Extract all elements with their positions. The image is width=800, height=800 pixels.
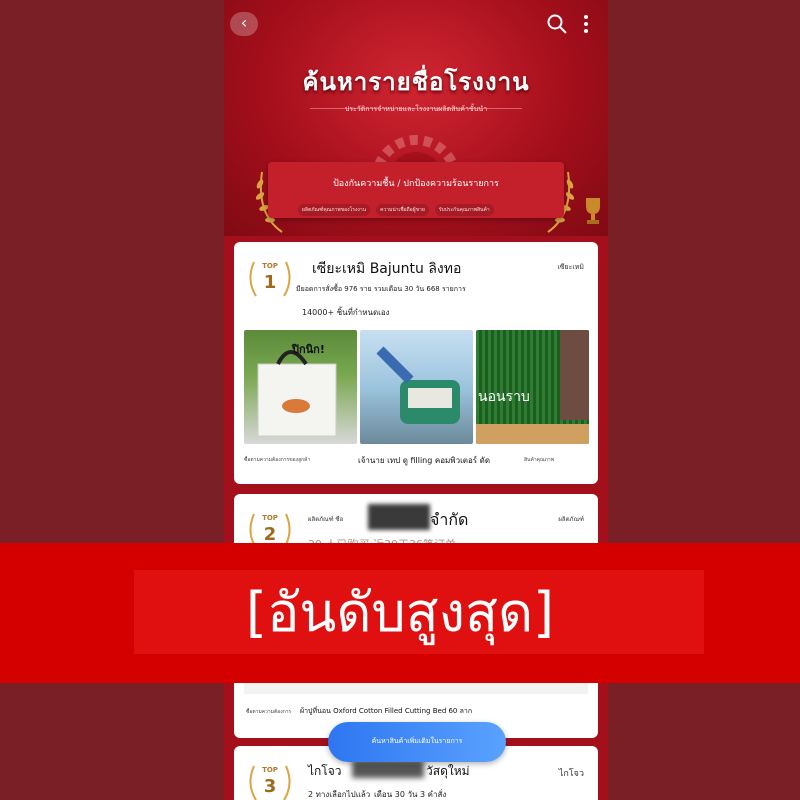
factory-name[interactable]: จำกัด — [430, 508, 468, 533]
product-image[interactable]: ปิกนิก! — [244, 330, 357, 444]
banner-pill: รับประกันคุณภาพสินค้า — [434, 204, 494, 216]
banner-pills: ผลิตภัณฑ์คุณภาพของโรงงาน ความน่าเชื่อถือ… — [298, 204, 574, 216]
trophy-icon — [586, 198, 600, 224]
rank-label: TOP — [262, 514, 278, 522]
image-overlay-text: ปิกนิก! — [292, 343, 325, 356]
chevron-left-icon: ‹ — [240, 13, 248, 32]
custom-count: 14000+ ชิ้นที่กำหนดเอง — [302, 308, 390, 317]
image-caption: ผ้าปูที่นอน Oxford Cotton Filled Cutting… — [300, 707, 473, 715]
order-stats: เดือน 30 วัน 3 คำสั่ง — [374, 790, 447, 799]
factory-tag: ผลิตภัณฑ์ — [558, 516, 584, 523]
rank-number: 2 — [263, 524, 277, 545]
banner-title: ป้องกันความชื้น / ปกป้องความร้อนรายการ — [333, 179, 499, 189]
order-stats: 2 ทางเลือกไปแล้ว — [308, 790, 371, 799]
rank-number: 1 — [263, 272, 277, 293]
image-caption: เจ้านาย เทป ดู filling คอมพิวเตอร์ ดัด — [358, 456, 491, 465]
more-vertical-icon[interactable] — [582, 14, 590, 34]
factory-tag: ไกโจว — [558, 769, 584, 779]
promo-overlay-text: [อันดับสูงสุด] — [245, 581, 555, 644]
order-stats: มียอดการสั่งซื้อ 976 ราย รวมเดือน 30 วัน… — [296, 285, 466, 293]
search-more-button[interactable]: ค้นหาสินค้าเพิ่มเติมในรายการ — [328, 722, 506, 762]
factory-prefix: ผลิตภัณฑ์ ซือ — [308, 516, 344, 523]
rank-number: 3 — [263, 776, 277, 797]
image-caption: ซื้อตามความต้องการของลูกค้า — [244, 457, 311, 463]
factory-card-1[interactable]: TOP 1 เซียะเหมิ Bajuntu ลิงทอ เซียะเหมิ … — [234, 242, 598, 484]
rank-label: TOP — [262, 262, 278, 270]
rank-label: TOP — [262, 766, 278, 774]
redacted-block — [368, 504, 430, 530]
page-title: ค้นหารายชื่อโรงงาน — [302, 68, 530, 96]
image-overlay-text: นอนราบ — [478, 389, 530, 405]
banner-pill: ผลิตภัณฑ์คุณภาพของโรงงาน — [298, 204, 371, 216]
feature-banner: ป้องกันความชื้น / ปกป้องความร้อนรายการ ผ… — [268, 162, 564, 218]
rank-badge: TOP 3 — [246, 760, 294, 800]
back-button[interactable]: ‹ — [230, 12, 258, 36]
product-image[interactable] — [360, 330, 473, 444]
rank-badge: TOP 1 — [246, 256, 294, 300]
factory-tag: เซียะเหมิ — [557, 263, 584, 271]
backpack-image — [376, 346, 460, 424]
banner-pill: ความน่าเชื่อถือผู้ขาย — [376, 204, 429, 216]
cta-label: ค้นหาสินค้าเพิ่มเติมในรายการ — [371, 737, 463, 745]
image-caption: สินค้าคุณภาพ — [524, 457, 555, 463]
image-caption: ซื้อตามความต้องการ — [246, 709, 292, 715]
factory-name-suffix: วัสดุใหม่ — [426, 764, 470, 778]
factory-name[interactable]: เซียะเหมิ Bajuntu ลิงทอ — [312, 258, 461, 280]
page-subtitle: ประวัติการจำหน่ายและโรงงานผลิตสินค้าชั้น… — [344, 105, 488, 113]
redacted-block — [352, 760, 424, 778]
factory-name[interactable]: ไกโจว — [308, 762, 342, 781]
search-icon[interactable] — [547, 14, 567, 34]
product-image[interactable]: นอนราบ — [476, 330, 589, 444]
